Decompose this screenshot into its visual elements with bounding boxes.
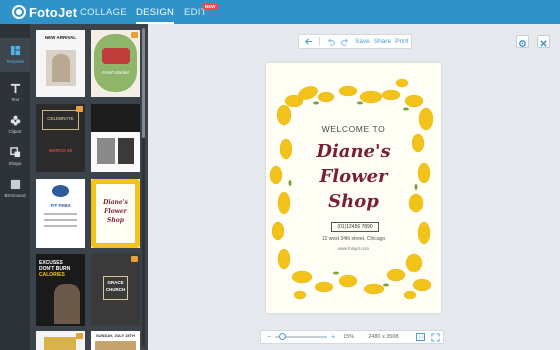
design-canvas[interactable]: WELCOME TO Diane's Flower Shop (01)12456…	[266, 63, 441, 313]
template-text: Flower	[104, 208, 127, 215]
sidebar-label: Text	[10, 97, 20, 102]
template-thumb[interactable]: Fresh Market	[91, 30, 140, 97]
phone-box[interactable]: (01)12456 7890	[331, 222, 379, 232]
premium-crown-icon	[76, 333, 83, 339]
sidebar-item-shape[interactable]: Shape	[0, 140, 30, 174]
template-text: MARCH 20	[48, 148, 72, 153]
undo-icon[interactable]	[326, 37, 335, 46]
title-line-1[interactable]: Diane's	[266, 141, 441, 162]
template-text: Shop	[107, 217, 124, 224]
sidebar-item-clipart[interactable]: Clipart	[0, 108, 30, 142]
fullscreen-icon[interactable]	[431, 332, 441, 342]
template-text: Diane's	[103, 199, 128, 206]
address-text[interactable]: 12 west 34th street, Chicago	[266, 236, 441, 242]
sidebar-item-template[interactable]: Template	[0, 38, 30, 72]
template-text: CALORIES	[39, 272, 65, 278]
template-thumb[interactable]: CELEBRATE MARCH 20	[36, 104, 85, 172]
template-text: SUNDAY, JULY 15TH	[96, 333, 135, 338]
tab-design[interactable]: DESIGN	[136, 0, 175, 24]
welcome-text[interactable]: WELCOME TO	[266, 124, 441, 134]
template-text: Fresh Market	[102, 70, 129, 75]
sidebar-label: Template	[5, 59, 25, 64]
template-text: FIT FEBS	[50, 203, 71, 208]
sidebar-label: Shape	[8, 161, 22, 166]
close-button[interactable]	[537, 35, 550, 48]
sidebar-item-background[interactable]: BKGround	[0, 172, 30, 206]
premium-crown-icon	[76, 106, 83, 112]
sidebar-label: Clipart	[8, 129, 22, 134]
template-text: CHURCH	[105, 287, 126, 292]
title-line-2[interactable]: Flower	[266, 166, 441, 187]
top-bar: FotoJet COLLAGE DESIGN EDIT NEW	[0, 0, 560, 24]
premium-crown-icon	[131, 32, 138, 38]
print-button[interactable]: Print	[395, 38, 408, 45]
template-thumb[interactable]: EXCUSES DON'T BURN CALORIES	[36, 254, 85, 326]
tab-collage[interactable]: COLLAGE	[80, 0, 127, 24]
flower-frame	[269, 78, 434, 300]
toolbar-divider	[319, 37, 320, 46]
share-button[interactable]: Share	[374, 38, 391, 45]
zoom-percent: 15%	[343, 334, 355, 340]
premium-crown-icon	[131, 256, 138, 262]
template-thumb[interactable]	[36, 331, 85, 350]
zoom-out-icon[interactable]: −	[267, 334, 271, 341]
logo-icon	[12, 5, 26, 19]
zoom-slider-thumb[interactable]	[279, 333, 287, 340]
shape-icon	[9, 147, 20, 158]
edit-toolbar: Save Share Print	[298, 34, 412, 49]
clipart-icon	[10, 115, 20, 126]
zoom-in-icon[interactable]: +	[331, 334, 335, 341]
title-line-3[interactable]: Shop	[266, 191, 441, 212]
website-text[interactable]: www.fotojet.com	[266, 246, 441, 251]
new-badge: NEW	[203, 3, 218, 10]
gear-icon	[519, 40, 526, 47]
canvas-dimensions: 2480 x 3508	[368, 334, 399, 340]
tool-sidebar: Template Text Clipart Shape BKGround	[0, 24, 30, 350]
zoom-bar: − + 15% 2480 x 3508 1:1	[260, 330, 444, 344]
template-thumb[interactable]: GRACE CHURCH	[91, 254, 140, 326]
save-button[interactable]: Save	[355, 38, 370, 45]
fit-screen-icon[interactable]: 1:1	[416, 333, 426, 341]
arrow-left-icon[interactable]	[304, 37, 313, 46]
redo-icon[interactable]	[341, 37, 350, 46]
template-panel: NEW ARRIVAL Fresh Market CELEBRATE MARCH…	[30, 24, 148, 350]
template-thumb[interactable]: FIT FEBS	[36, 179, 85, 248]
sidebar-label: BKGround	[4, 193, 26, 198]
logo-text: FotoJet	[29, 4, 78, 20]
sidebar-item-text[interactable]: Text	[0, 76, 30, 110]
template-text: GRACE	[107, 280, 124, 285]
panel-scrollbar-thumb[interactable]	[142, 28, 145, 138]
background-icon	[10, 179, 20, 190]
template-thumb[interactable]	[91, 104, 140, 172]
template-thumb[interactable]: Diane's Flower Shop	[91, 179, 140, 248]
template-thumb[interactable]: NEW ARRIVAL	[36, 30, 85, 97]
template-thumb[interactable]: SUNDAY, JULY 15TH	[91, 331, 140, 350]
fotojet-logo[interactable]: FotoJet	[12, 4, 77, 20]
template-text: CELEBRATE	[47, 116, 74, 121]
settings-button[interactable]	[516, 35, 529, 48]
text-icon	[10, 83, 20, 94]
template-icon	[10, 45, 20, 56]
zoom-slider[interactable]	[275, 333, 328, 340]
close-icon	[540, 40, 547, 47]
template-text: NEW ARRIVAL	[44, 35, 77, 40]
